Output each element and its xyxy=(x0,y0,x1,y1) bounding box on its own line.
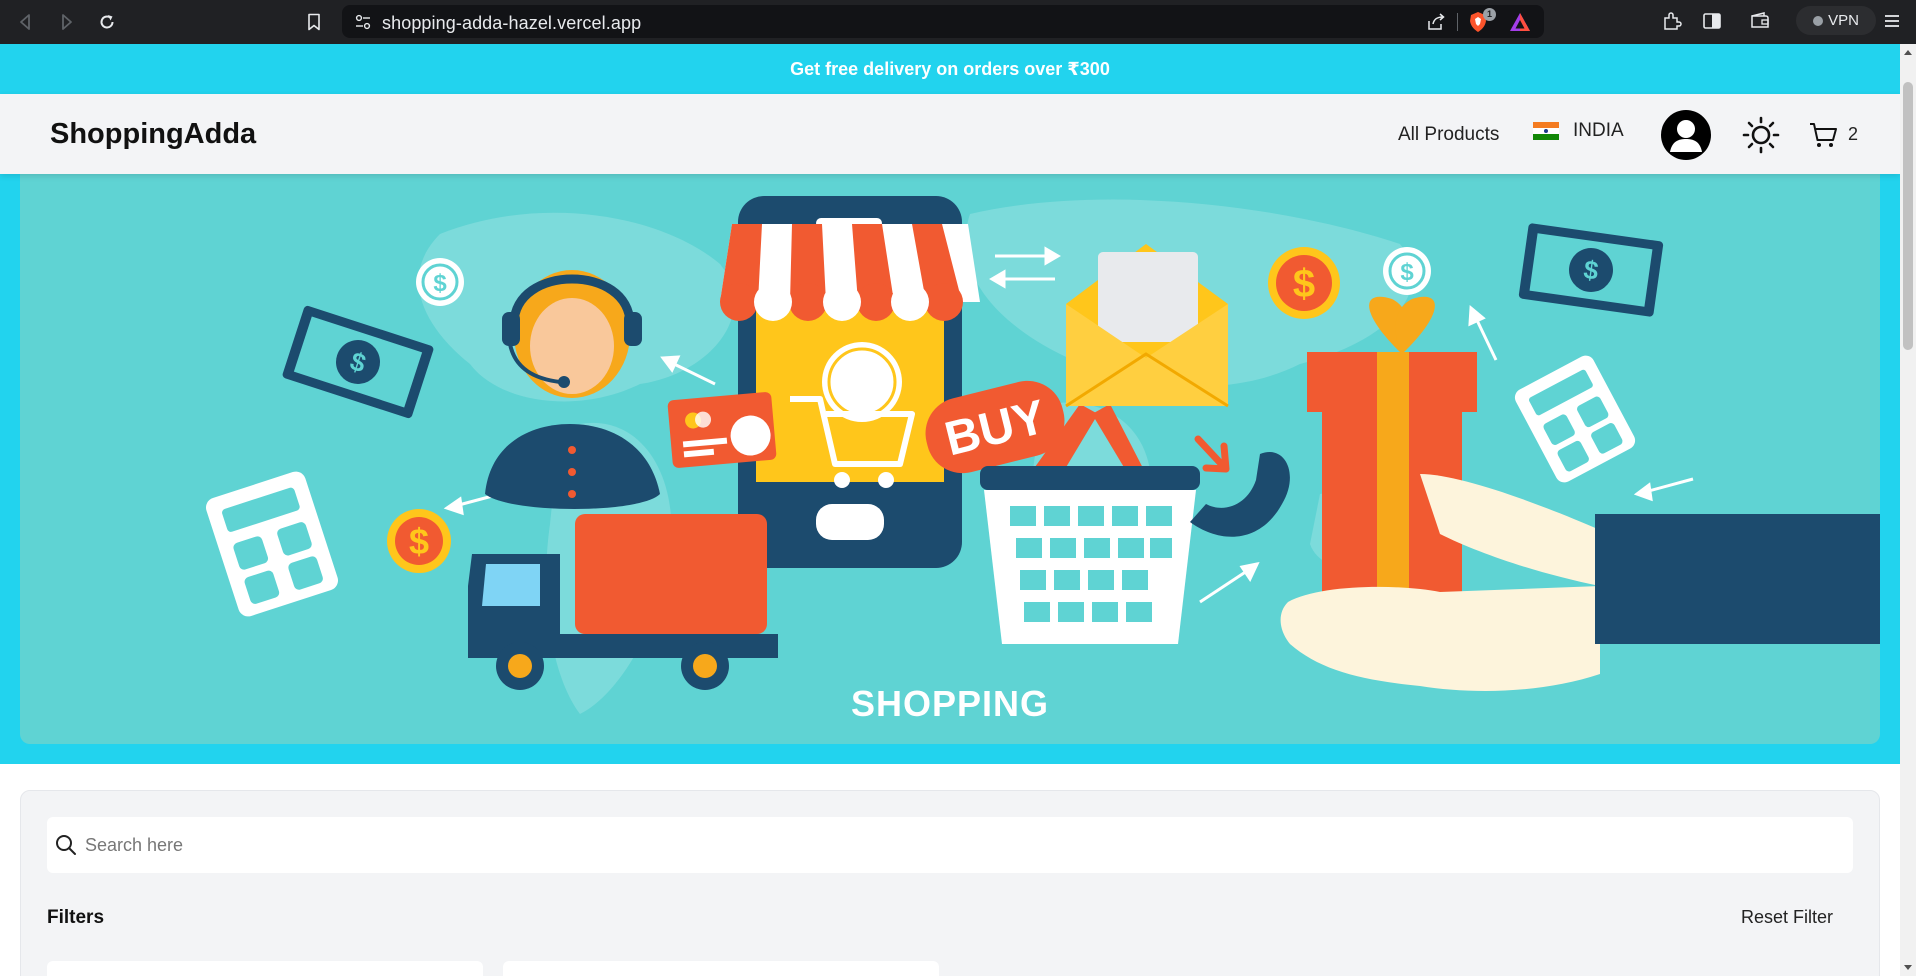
sidebar-icon[interactable] xyxy=(1701,10,1723,32)
user-icon xyxy=(1670,120,1702,152)
reset-filter-button[interactable]: Reset Filter xyxy=(1741,907,1833,928)
filter-panel: Filters Reset Filter xyxy=(20,790,1880,976)
filter-dropdown-2[interactable] xyxy=(503,961,939,976)
address-bar[interactable]: shopping-adda-hazel.vercel.app 1 xyxy=(342,5,1544,38)
reload-icon[interactable] xyxy=(93,8,121,36)
svg-text:$: $ xyxy=(1293,262,1315,306)
scrollbar-thumb[interactable] xyxy=(1903,82,1913,350)
bookmark-icon[interactable] xyxy=(300,8,328,36)
cart-count[interactable]: 2 xyxy=(1848,124,1858,145)
cart-icon[interactable] xyxy=(1809,121,1839,149)
site-header: ShoppingAdda All Products INDIA 2 xyxy=(0,94,1900,174)
url-text[interactable]: shopping-adda-hazel.vercel.app xyxy=(382,13,641,34)
browser-toolbar: shopping-adda-hazel.vercel.app 1 VPN xyxy=(0,0,1916,44)
address-bar-divider xyxy=(1457,13,1458,31)
country-label: INDIA xyxy=(1573,120,1624,141)
forward-icon[interactable] xyxy=(52,8,80,36)
brand-logo[interactable]: ShoppingAdda xyxy=(50,118,256,151)
promo-text: Get free delivery on orders over ₹300 xyxy=(790,58,1110,79)
wallet-icon[interactable] xyxy=(1749,10,1771,32)
vpn-button[interactable]: VPN xyxy=(1796,6,1876,35)
hero-caption: SHOPPING xyxy=(851,683,1049,724)
promo-banner: Get free delivery on orders over ₹300 xyxy=(0,44,1900,94)
user-avatar[interactable] xyxy=(1661,110,1711,160)
menu-icon[interactable] xyxy=(1881,10,1903,32)
site-settings-icon[interactable] xyxy=(354,13,372,31)
country-selector[interactable]: INDIA xyxy=(1533,120,1624,142)
brave-rewards-icon[interactable] xyxy=(1508,11,1532,33)
filters-heading: Filters xyxy=(47,907,105,928)
page-viewport: Get free delivery on orders over ₹300 Sh… xyxy=(0,44,1900,976)
scroll-up-icon[interactable] xyxy=(1904,50,1912,55)
vpn-status-icon xyxy=(1813,15,1824,26)
svg-text:$: $ xyxy=(433,270,447,297)
sun-icon[interactable] xyxy=(1742,116,1780,154)
vpn-label: VPN xyxy=(1828,12,1859,29)
scroll-down-icon[interactable] xyxy=(1904,965,1912,970)
svg-text:$: $ xyxy=(1400,259,1414,286)
svg-text:$: $ xyxy=(409,521,429,562)
hero-banner-image[interactable]: $ $ $ $ $ $ BUY SHOPPING xyxy=(20,174,1880,744)
back-icon[interactable] xyxy=(12,8,40,36)
nav-link-all-products[interactable]: All Products xyxy=(1398,124,1499,146)
search-icon xyxy=(56,835,76,855)
filter-dropdown-1[interactable] xyxy=(47,961,483,976)
search-input[interactable] xyxy=(85,817,1845,873)
page-scrollbar[interactable] xyxy=(1900,44,1916,976)
search-box[interactable] xyxy=(47,817,1853,873)
extensions-icon[interactable] xyxy=(1661,10,1683,32)
shield-count-badge: 1 xyxy=(1483,8,1496,21)
india-flag-icon xyxy=(1533,122,1559,140)
share-icon[interactable] xyxy=(1426,12,1446,32)
hero-section: $ $ $ $ $ $ BUY SHOPPING xyxy=(0,174,1900,764)
